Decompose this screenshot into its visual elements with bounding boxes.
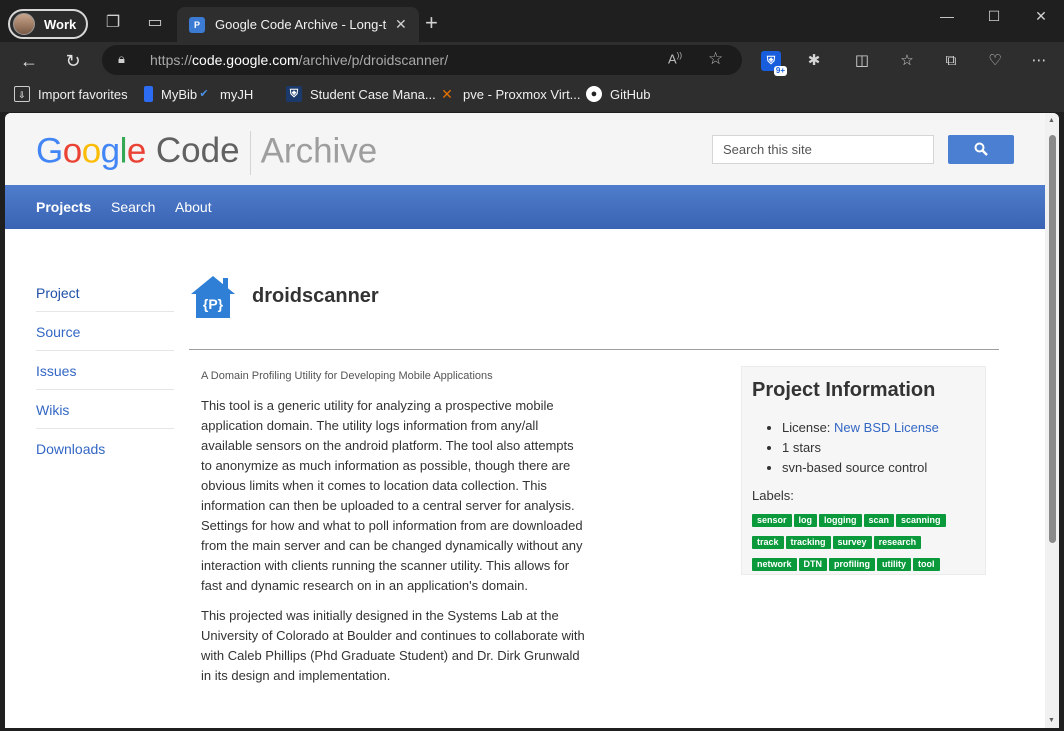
lock-icon[interactable]: 🔒︎ bbox=[118, 51, 132, 67]
active-tab[interactable]: P Google Code Archive - Long-term ✕ bbox=[177, 7, 419, 42]
nav-about[interactable]: About bbox=[175, 199, 212, 215]
split-screen-icon[interactable]: ◫ bbox=[852, 51, 872, 71]
sidebar-item-source[interactable]: Source bbox=[36, 312, 174, 351]
project-sidebar: Project Source Issues Wikis Downloads bbox=[36, 273, 174, 468]
label-tag[interactable]: utility bbox=[877, 558, 912, 571]
tab-title: Google Code Archive - Long-term bbox=[215, 17, 387, 32]
sidebar-item-wikis[interactable]: Wikis bbox=[36, 390, 174, 429]
label-tag[interactable]: log bbox=[793, 514, 818, 527]
profile-button[interactable]: Work bbox=[8, 9, 88, 39]
scroll-up-icon[interactable]: ▲ bbox=[1048, 117, 1055, 124]
github-icon: ● bbox=[586, 86, 602, 102]
stars-item: 1 stars bbox=[782, 438, 939, 458]
label-tag[interactable]: tool bbox=[913, 558, 940, 571]
collections-icon[interactable]: ⧉ bbox=[941, 51, 961, 71]
sidebar-item-issues[interactable]: Issues bbox=[36, 351, 174, 390]
scroll-down-icon[interactable]: ▼ bbox=[1048, 717, 1055, 724]
back-icon[interactable]: ← bbox=[18, 50, 40, 72]
label-tag[interactable]: scanning bbox=[896, 514, 946, 527]
label-tag[interactable]: research bbox=[873, 536, 922, 549]
browser-essentials-icon[interactable]: ♡ bbox=[985, 51, 1005, 71]
favorite-github[interactable]: ● GitHub bbox=[586, 86, 650, 102]
label-tag[interactable]: sensor bbox=[752, 514, 792, 527]
site-navigation: Projects Search About bbox=[5, 185, 1045, 229]
page-scrollbar[interactable]: ▲ ▼ bbox=[1045, 113, 1059, 728]
project-description: This tool is a generic utility for analy… bbox=[201, 396, 586, 696]
new-tab-icon[interactable]: + bbox=[425, 12, 438, 34]
profile-label: Work bbox=[44, 16, 77, 32]
shield-icon: ⛨ bbox=[286, 86, 302, 102]
site-header: Google Code Archive Search this site bbox=[5, 113, 1045, 185]
nav-search[interactable]: Search bbox=[111, 199, 155, 215]
description-paragraph: This projected was initially designed in… bbox=[201, 608, 585, 683]
close-tab-icon[interactable]: ✕ bbox=[395, 16, 407, 33]
info-list: License: New BSD License 1 stars svn-bas… bbox=[782, 418, 939, 478]
info-title: Project Information bbox=[752, 379, 936, 401]
import-favorites-icon: ⇩ bbox=[14, 86, 30, 102]
label-tag[interactable]: tracking bbox=[785, 536, 831, 549]
favorite-mybib[interactable]: MyBib bbox=[144, 86, 197, 102]
url-text[interactable]: https://code.google.com/archive/p/droids… bbox=[150, 52, 448, 68]
project-summary: A Domain Profiling Utility for Developin… bbox=[201, 370, 493, 382]
favorites-icon[interactable]: ☆ bbox=[897, 51, 917, 71]
maximize-icon[interactable]: ☐ bbox=[979, 8, 1009, 25]
browser-titlebar: Work ❐ ▭ P Google Code Archive - Long-te… bbox=[0, 0, 1064, 42]
myjh-icon: ✔ bbox=[199, 88, 209, 100]
extensions-icon[interactable]: ✱ bbox=[804, 51, 824, 71]
project-logo-icon: {P} bbox=[191, 276, 235, 318]
scrollbar-thumb[interactable] bbox=[1049, 135, 1056, 543]
favorite-proxmox[interactable]: ✕ pve - Proxmox Virt... bbox=[439, 86, 580, 102]
project-title: droidscanner bbox=[252, 285, 379, 307]
project-information-panel: Project Information License: New BSD Lic… bbox=[741, 366, 986, 575]
more-menu-icon[interactable]: ⋯ bbox=[1029, 51, 1049, 71]
label-tag[interactable]: survey bbox=[832, 536, 872, 549]
search-input[interactable]: Search this site bbox=[712, 135, 934, 164]
label-tag[interactable]: profiling bbox=[829, 558, 876, 571]
sidebar-item-project[interactable]: Project bbox=[36, 273, 174, 312]
sidebar-item-downloads[interactable]: Downloads bbox=[36, 429, 174, 468]
license-item: License: New BSD License bbox=[782, 418, 939, 438]
google-code-favicon-icon: P bbox=[189, 16, 205, 33]
address-bar[interactable]: 🔒︎ https://code.google.com/archive/p/dro… bbox=[102, 45, 742, 75]
avatar bbox=[13, 13, 35, 35]
minimize-icon[interactable]: — bbox=[932, 8, 962, 24]
label-tag[interactable]: track bbox=[752, 536, 784, 549]
favorite-student-case[interactable]: ⛨ Student Case Mana... bbox=[286, 86, 436, 102]
close-window-icon[interactable]: ✕ bbox=[1026, 8, 1056, 25]
proxmox-icon: ✕ bbox=[441, 86, 453, 102]
bitwarden-extension-icon[interactable]: ⛨ 9+ bbox=[761, 51, 787, 76]
google-code-archive-logo[interactable]: Google Code Archive bbox=[36, 131, 377, 175]
label-tag[interactable]: scan bbox=[863, 514, 895, 527]
license-link[interactable]: New BSD License bbox=[834, 420, 939, 435]
svg-text:{P}: {P} bbox=[203, 296, 224, 312]
label-tag[interactable]: network bbox=[752, 558, 797, 571]
favorite-myjh[interactable]: ✔ myJH bbox=[196, 86, 253, 102]
source-control-item: svn-based source control bbox=[782, 458, 939, 478]
page-viewport: Google Code Archive Search this site Proje… bbox=[5, 113, 1059, 728]
tab-actions-icon[interactable]: ▭ bbox=[145, 13, 165, 33]
divider bbox=[189, 349, 999, 350]
search-button[interactable] bbox=[948, 135, 1014, 164]
nav-projects[interactable]: Projects bbox=[36, 199, 91, 215]
refresh-icon[interactable]: ↻ bbox=[62, 50, 84, 72]
favorite-import[interactable]: ⇩ Import favorites bbox=[14, 86, 128, 102]
favorite-star-icon[interactable]: ☆ bbox=[708, 49, 723, 69]
label-tag[interactable]: DTN bbox=[798, 558, 828, 571]
search-icon bbox=[974, 142, 988, 156]
bookmark-icon bbox=[144, 86, 153, 102]
browser-toolbar: ← ↻ 🔒︎ https://code.google.com/archive/p… bbox=[0, 42, 1064, 78]
labels-heading: Labels: bbox=[752, 488, 794, 503]
workspaces-icon[interactable]: ❐ bbox=[103, 13, 123, 33]
labels-list: sensor log logging scan scanning track tracki… bbox=[752, 510, 982, 576]
description-paragraph: This tool is a generic utility for analy… bbox=[201, 398, 583, 593]
read-aloud-icon[interactable]: A)) bbox=[668, 51, 682, 66]
label-tag[interactable]: logging bbox=[819, 514, 862, 527]
favorites-bar: ⇩ Import favorites MyBib ✔ myJH ⛨ Studen… bbox=[0, 78, 1064, 112]
